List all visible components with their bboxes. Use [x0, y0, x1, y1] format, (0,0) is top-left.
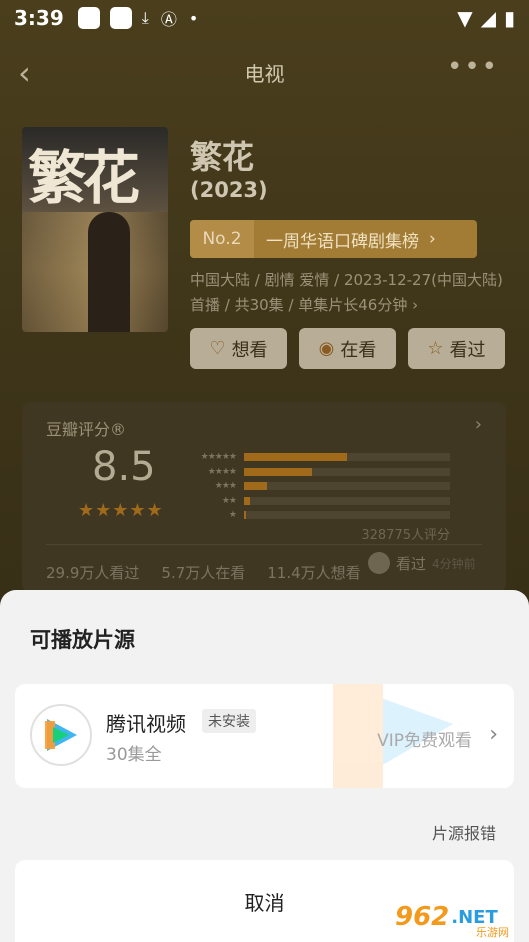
rating-bar-track [244, 482, 450, 490]
movie-year: (2023) [190, 178, 268, 202]
site-watermark-logo: 962 .NET 乐游网 [395, 896, 523, 939]
rank-number: No.2 [190, 220, 254, 258]
rating-row: ★★★★ [184, 465, 450, 479]
rating-row-stars: ★★ [221, 495, 237, 506]
seen-time: 4分钟前 [432, 556, 476, 571]
rating-row: ★★★ [184, 479, 450, 493]
wifi-icon: ▼ [457, 6, 473, 30]
action-buttons: ♡ 想看 ◉ 在看 ☆ 看过 [190, 328, 505, 369]
rating-score: 8.5 [92, 444, 156, 490]
watching-button[interactable]: ◉ 在看 [299, 328, 396, 369]
rating-label: 豆瓣评分® [46, 420, 127, 439]
nav-bar: ‹ 电视 ••• [0, 46, 529, 98]
rating-count: 328775人评分 [361, 528, 450, 543]
chevron-right-icon: › [429, 229, 436, 249]
rating-card[interactable]: 豆瓣评分® › 8.5 ★★★★★ ★★★★★ ★★★★ ★★★ ★★ ★ 328775… [22, 402, 506, 592]
status-bar: 3:39 ⤓ Ⓐ • ▼ ◢ ▮ [0, 0, 529, 36]
battery-icon: ▮ [503, 6, 515, 30]
rank-text: 一周华语口碑剧集榜 [266, 231, 419, 252]
status-time: 3:39 [14, 6, 64, 30]
poster-figure [88, 212, 130, 332]
source-vip: VIP免费观看 [377, 731, 472, 751]
seen-label: 看过 [396, 554, 427, 573]
tencent-video-icon [45, 719, 77, 751]
status-right: ▼ ◢ ▮ [457, 6, 515, 30]
poster-title-art: 繁花 [28, 144, 140, 212]
rating-row-stars: ★★★★ [207, 466, 237, 477]
seen-info: 看过 4分钟前 [368, 552, 476, 574]
rating-bar-fill [244, 511, 247, 519]
dot-icon: • [188, 8, 199, 28]
watching-label: 在看 [340, 339, 377, 361]
chevron-right-icon: › [489, 722, 498, 747]
rating-bar-fill [244, 453, 347, 461]
rating-stars: ★★★★★ [78, 500, 164, 521]
source-name: 腾讯视频 [106, 712, 186, 736]
want-label: 想看 [231, 339, 268, 361]
source-item-tencent[interactable]: 腾讯视频 未安装 30集全 VIP免费观看 › [15, 684, 514, 788]
install-badge: 未安装 [202, 709, 256, 733]
movie-meta[interactable]: 中国大陆 / 剧情 爱情 / 2023-12-27(中国大陆)首播 / 共30集… [190, 268, 510, 318]
watched-button[interactable]: ☆ 看过 [408, 328, 505, 369]
rank-badge[interactable]: No.2 一周华语口碑剧集榜 › [190, 220, 477, 258]
divider [46, 544, 482, 545]
rating-bar-fill [244, 467, 312, 476]
rating-bar-fill [244, 496, 251, 505]
rating-stats: 29.9万人看过 5.7万人在看 11.4万人想看 [46, 562, 361, 583]
report-link[interactable]: 片源报错 [432, 820, 496, 844]
rating-bar-track [244, 453, 450, 461]
rating-bar-track [244, 496, 450, 505]
avatar [368, 552, 390, 574]
notification-icon [77, 7, 100, 29]
watched-count: 29.9万人看过 [46, 564, 140, 582]
movie-poster[interactable]: 繁花 [22, 127, 168, 332]
rating-row-stars: ★ [228, 510, 237, 520]
chevron-right-icon: › [474, 414, 482, 435]
source-episodes: 30集全 [106, 745, 162, 765]
rating-row: ★ [184, 508, 450, 522]
page-title: 电视 [244, 61, 285, 86]
rating-row: ★★★★★ [184, 450, 450, 464]
watermark-brand: 962 [395, 902, 450, 932]
target-icon: ◉ [318, 338, 335, 359]
rating-bar-track [244, 511, 450, 519]
download-icon: ⤓ [141, 8, 149, 27]
signal-icon: ◢ [480, 6, 496, 30]
tencent-video-logo-icon [30, 704, 92, 766]
rating-bar-track [244, 467, 450, 476]
rating-distribution: ★★★★★ ★★★★ ★★★ ★★ ★ [184, 450, 450, 523]
movie-title: 繁花 [190, 138, 255, 176]
watching-count: 5.7万人在看 [161, 564, 246, 582]
font-icon: Ⓐ [160, 10, 177, 29]
source-sheet: 可播放片源 腾讯视频 未安装 30集全 VIP免费观看 › 片源报错 取消 [0, 590, 529, 942]
notification-icon [109, 7, 132, 29]
more-icon[interactable]: ••• [447, 52, 499, 82]
watermark-sub: 乐游网 [476, 926, 509, 939]
heart-plus-icon: ♡ [209, 338, 226, 359]
want-button[interactable]: ♡ 想看 [190, 328, 287, 369]
rating-row: ★★ [184, 494, 450, 508]
rating-row-stars: ★★★★★ [200, 452, 237, 462]
sheet-title: 可播放片源 [30, 628, 135, 652]
star-outline-icon: ☆ [427, 338, 444, 359]
want-count: 11.4万人想看 [267, 564, 361, 582]
rating-row-stars: ★★★ [214, 481, 237, 491]
rating-bar-fill [244, 482, 267, 490]
watched-label: 看过 [449, 339, 486, 361]
back-icon[interactable]: ‹ [18, 54, 31, 92]
